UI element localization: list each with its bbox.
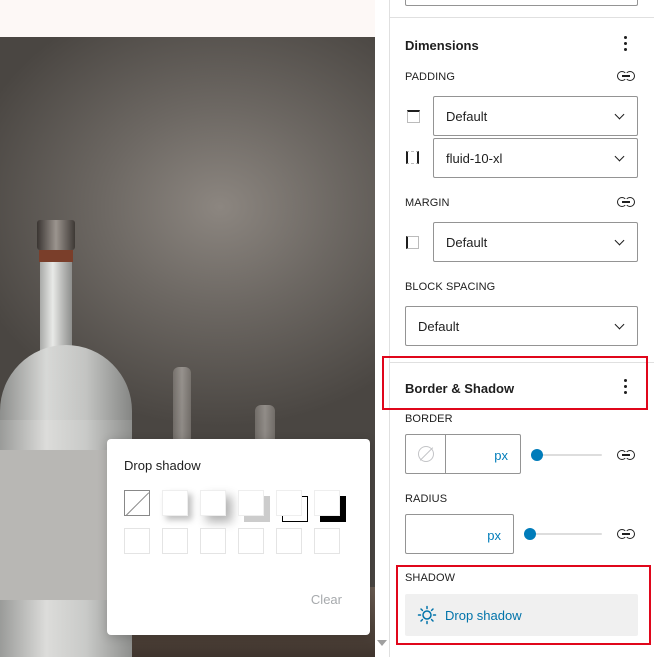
shadow-preset-slot[interactable] [276,528,302,554]
border-color-button[interactable] [406,435,446,473]
section-divider [390,362,654,363]
padding-sides-select[interactable]: fluid-10-xl [433,138,638,178]
link-icon[interactable] [617,529,635,539]
drop-shadow-button-label: Drop shadow [445,607,522,623]
background-bottle [173,367,191,447]
shadow-preset-slot[interactable] [162,528,188,554]
margin-side-icon [406,236,419,249]
panel-scrollbar[interactable] [375,0,389,657]
link-icon[interactable] [617,450,635,460]
margin-value: Default [446,234,488,250]
chevron-down-icon [614,151,625,162]
border-shadow-title: Border & Shadow [405,381,515,396]
padding-top-value: Default [446,108,488,124]
block-spacing-value: Default [418,318,460,334]
shadow-preset-slot[interactable] [200,528,226,554]
shadow-preset-row [124,528,348,554]
section-divider [390,17,654,18]
block-spacing-label: BLOCK SPACING [405,281,496,293]
chevron-down-icon [614,109,625,120]
border-width-slider[interactable] [531,448,602,462]
padding-label: PADDING [405,71,456,83]
margin-select[interactable]: Default [433,222,638,262]
clear-shadow-button[interactable]: Clear [311,592,342,607]
padding-horizontal-side-icon [406,151,419,164]
border-label: BORDER [405,413,453,425]
margin-label: MARGIN [405,197,450,209]
block-spacing-select[interactable]: Default [405,306,638,346]
shadow-icon [417,605,437,625]
link-icon[interactable] [617,71,635,81]
shadow-preset-deep[interactable] [200,490,226,516]
radius-slider[interactable] [524,527,602,541]
shadow-preset-grid [124,490,348,566]
slider-thumb[interactable] [524,528,536,540]
chevron-down-icon [614,235,625,246]
shadow-preset-slot[interactable] [238,528,264,554]
chevron-down-icon [614,319,625,330]
dimensions-title: Dimensions [405,38,479,53]
shadow-label: SHADOW [405,572,456,584]
popover-title: Drop shadow [124,458,201,473]
drop-shadow-popover: Drop shadow Clear [107,439,370,635]
more-vertical-icon[interactable] [624,379,628,395]
shadow-preset-outlined[interactable] [276,490,302,516]
padding-top-select[interactable]: Default [433,96,638,136]
canvas-top-strip [0,0,375,37]
shadow-preset-none[interactable] [124,490,150,516]
shadow-preset-natural[interactable] [162,490,188,516]
radius-label: RADIUS [405,493,448,505]
no-color-icon [418,446,434,462]
shadow-preset-slot[interactable] [124,528,150,554]
radius-input[interactable]: px [405,514,514,554]
border-unit[interactable]: px [494,448,508,463]
scroll-down-arrow-icon[interactable] [377,640,387,646]
padding-sides-value: fluid-10-xl [446,150,503,166]
more-vertical-icon[interactable] [624,36,628,52]
shadow-preset-slot[interactable] [314,528,340,554]
border-width-input[interactable]: px [405,434,521,474]
shadow-preset-sharp[interactable] [238,490,264,516]
padding-top-side-icon [407,110,420,123]
radius-unit[interactable]: px [487,528,501,543]
slider-thumb[interactable] [531,449,543,461]
drop-shadow-button[interactable]: Drop shadow [405,594,638,636]
previous-control-edge [405,0,638,6]
link-icon[interactable] [617,197,635,207]
shadow-preset-crisp[interactable] [314,490,340,516]
shadow-preset-row [124,490,348,516]
